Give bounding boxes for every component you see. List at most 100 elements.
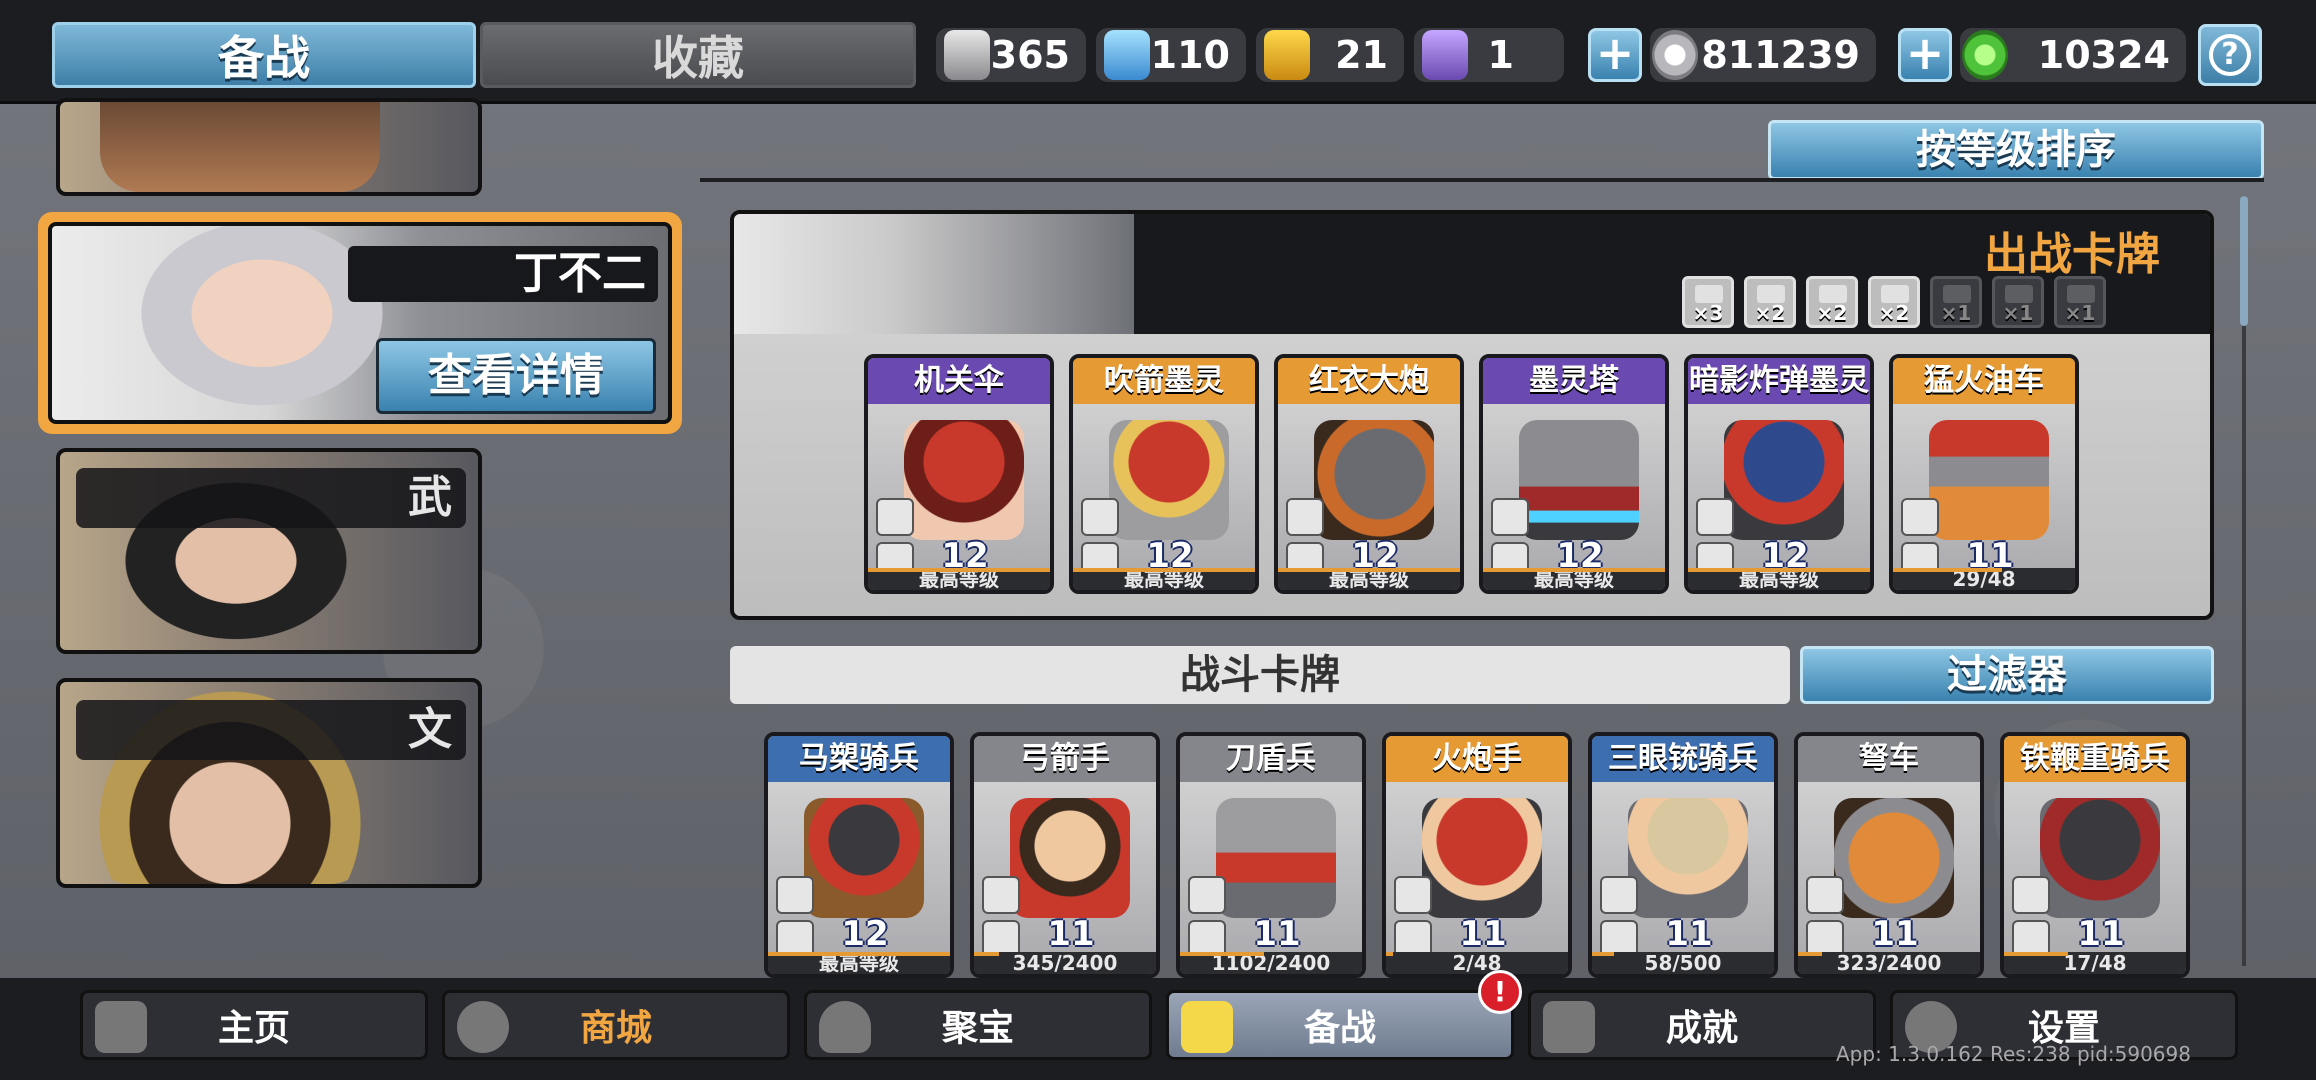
deck-card[interactable]: 机关伞 12 最高等级 — [864, 354, 1054, 594]
nav-label: 商城 — [579, 1008, 652, 1049]
unit-portrait — [1216, 798, 1336, 918]
sort-by-level-button[interactable]: 按等级排序 — [1768, 120, 2264, 180]
shop-icon — [457, 1001, 509, 1053]
modifier-count: ×2 — [1816, 301, 1848, 325]
arrows-icon — [982, 876, 1020, 914]
unit-portrait — [1109, 420, 1229, 540]
filter-button[interactable]: 过滤器 — [1800, 646, 2214, 704]
arrows-icon — [1394, 876, 1432, 914]
progress-fill — [1278, 568, 1460, 572]
unit-portrait — [904, 420, 1024, 540]
add-silver-coin-button[interactable]: + — [1588, 28, 1642, 82]
deck-card[interactable]: 吹箭墨灵 12 最高等级 — [1069, 354, 1259, 594]
scrollbar-thumb[interactable] — [2240, 196, 2248, 326]
arrows-icon — [1081, 498, 1119, 536]
card-level: 11 — [1047, 914, 1095, 954]
progress-fill — [974, 952, 1000, 956]
nav-shop[interactable]: 商城 — [442, 990, 790, 1060]
card-progress: 最高等级 — [1278, 568, 1460, 590]
battle-card[interactable]: 弩车 11 323/2400 — [1794, 732, 1984, 978]
hero-tag-martial: 武 — [76, 468, 466, 528]
nav-home[interactable]: 主页 — [80, 990, 428, 1060]
battle-card[interactable]: 刀盾兵 11 1102/2400 — [1176, 732, 1366, 978]
card-name: 火炮手 — [1386, 736, 1568, 782]
card-name: 吹箭墨灵 — [1073, 358, 1255, 404]
sword-icon — [1696, 498, 1734, 536]
progress-text: 17/48 — [2063, 951, 2127, 975]
top-bar: 备战 收藏 365 110 21 1 + 811239 + 10324 ? — [0, 0, 2316, 104]
purple-mask-icon — [1422, 30, 1468, 80]
treasure-icon — [819, 1001, 871, 1053]
battle-card[interactable]: 铁鞭重骑兵 11 17/48 — [2000, 732, 2190, 978]
progress-fill — [868, 568, 1050, 572]
hero-name: 丁不二 — [348, 246, 658, 302]
jade-coin-icon — [1962, 30, 2008, 80]
nav-prepare[interactable]: 备战 — [1166, 990, 1514, 1060]
horse-icon — [2012, 876, 2050, 914]
deck-card[interactable]: 墨灵塔 12 最高等级 — [1479, 354, 1669, 594]
card-progress: 17/48 — [2004, 952, 2186, 974]
nav-achievement[interactable]: 成就 — [1528, 990, 1876, 1060]
nav-label: 备战 — [1303, 1008, 1376, 1049]
card-name: 马槊骑兵 — [768, 736, 950, 782]
resource-value: 1 — [1487, 33, 1514, 77]
unit-portrait — [1010, 798, 1130, 918]
modifier-badge: ×1 — [2054, 276, 2106, 328]
deck-title: 出战卡牌 — [1984, 229, 2160, 280]
card-name: 刀盾兵 — [1180, 736, 1362, 782]
hero-card-partial[interactable] — [56, 98, 482, 196]
tab-collection[interactable]: 收藏 — [480, 22, 916, 88]
progress-fill — [1073, 568, 1255, 572]
resource-value: 21 — [1335, 33, 1388, 77]
resource-value: 10324 — [2037, 33, 2170, 77]
deck-header: 出战卡牌 ×3 ×2 ×2 ×2 ×1 ×1 ×1 — [734, 214, 2210, 334]
modifier-count: ×2 — [1878, 301, 1910, 325]
silver-feather-icon — [944, 30, 990, 80]
progress-fill — [1180, 952, 1264, 956]
deck-card[interactable]: 暗影炸弹墨灵 12 最高等级 — [1684, 354, 1874, 594]
resource-silver-feather: 365 — [936, 28, 1086, 82]
card-progress: 最高等级 — [1688, 568, 1870, 590]
notification-badge: ! — [1478, 970, 1522, 1014]
modifier-badge: ×2 — [1806, 276, 1858, 328]
battle-card[interactable]: 弓箭手 11 345/2400 — [970, 732, 1160, 978]
tab-prepare[interactable]: 备战 — [52, 22, 476, 88]
nav-label: 聚宝 — [941, 1008, 1014, 1049]
hero-portrait — [100, 102, 380, 192]
battle-card[interactable]: 马槊骑兵 12 最高等级 — [764, 732, 954, 978]
card-progress: 1102/2400 — [1180, 952, 1362, 974]
blue-crystal-icon — [1104, 30, 1150, 80]
modifier-count: ×1 — [2064, 301, 2096, 325]
modifier-badge: ×3 — [1682, 276, 1734, 328]
hero-card-civil[interactable]: 文 — [56, 678, 482, 888]
question-icon: ? — [2209, 34, 2251, 76]
modifier-badge: ×1 — [1992, 276, 2044, 328]
add-jade-coin-button[interactable]: + — [1898, 28, 1952, 82]
brick-icon — [1819, 285, 1847, 303]
card-progress: 最高等级 — [1483, 568, 1665, 590]
card-level: 11 — [1253, 914, 1301, 954]
card-progress: 323/2400 — [1798, 952, 1980, 974]
battle-card[interactable]: 三眼铳骑兵 11 58/500 — [1588, 732, 1778, 978]
unit-portrait — [804, 798, 924, 918]
deck-hero-portrait — [734, 214, 1134, 334]
progress-text: 58/500 — [1644, 951, 1722, 975]
help-button[interactable]: ? — [2198, 24, 2262, 86]
gear-icon — [1806, 876, 1844, 914]
brick-icon — [1286, 498, 1324, 536]
resource-value: 365 — [990, 33, 1070, 77]
card-name: 弩车 — [1798, 736, 1980, 782]
view-details-button[interactable]: 查看详情 — [376, 338, 656, 414]
nav-treasure[interactable]: 聚宝 — [804, 990, 1152, 1060]
deck-card[interactable]: 红衣大炮 12 最高等级 — [1274, 354, 1464, 594]
battle-card[interactable]: 火炮手 11 2/48 — [1382, 732, 1572, 978]
progress-fill — [1592, 952, 1614, 956]
unit-portrait — [1834, 798, 1954, 918]
hero-card-martial[interactable]: 武 — [56, 448, 482, 654]
sword-icon — [1188, 876, 1226, 914]
card-progress: 345/2400 — [974, 952, 1156, 974]
selected-hero-card[interactable]: 丁不二 查看详情 — [38, 212, 682, 434]
resource-jade-coin: 10324 — [1960, 28, 2186, 82]
deck-card[interactable]: 猛火油车 11 29/48 — [1889, 354, 2079, 594]
resource-value: 110 — [1150, 33, 1230, 77]
